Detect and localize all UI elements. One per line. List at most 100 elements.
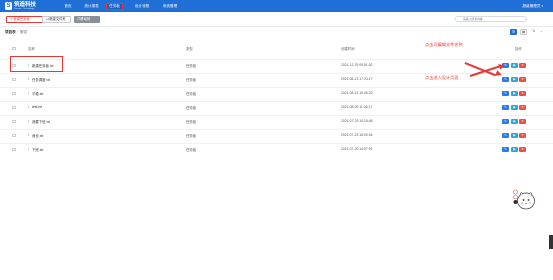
file-icon: ▪ [28, 104, 30, 109]
file-name[interactable]: 下班.txt [32, 147, 43, 152]
nav-home[interactable]: 首页 [60, 3, 76, 9]
file-icon: ▪ [28, 76, 30, 81]
file-name[interactable]: 我要下班.txt [32, 119, 50, 124]
row-actions: ✎ ◉ ✕ [502, 104, 526, 110]
delete-icon[interactable]: ✕ [519, 132, 526, 138]
file-name-highlight-box [10, 56, 63, 72]
edit-icon[interactable]: ✎ [502, 132, 509, 138]
chevron-down-icon[interactable]: ⌄ [538, 29, 545, 35]
user-name: 超级管理员 [522, 4, 541, 8]
toolbar: ＋新建任务板 ▭新建文件夹 ⇄移动到 [0, 12, 553, 26]
design-icon[interactable]: ◉ [510, 132, 518, 138]
column-ops-header: 操作 [515, 47, 522, 51]
edit-icon[interactable]: ✎ [502, 118, 509, 124]
row-checkbox[interactable] [12, 105, 16, 110]
created-time: 2021-07-20 14:57:01 [341, 147, 373, 151]
column-name-header[interactable]: 名称 [28, 46, 35, 51]
row-checkbox[interactable] [12, 77, 16, 82]
row-checkbox[interactable] [12, 91, 16, 96]
breadcrumb-separator: / [17, 30, 19, 34]
edit-icon[interactable]: ✎ [502, 146, 509, 152]
new-task-board-button[interactable]: ＋新建任务板 [6, 16, 43, 23]
file-type: 任务板 [186, 64, 197, 68]
edit-icon[interactable]: ✎ [502, 76, 509, 82]
file-icon: ▪ [28, 146, 30, 151]
file-type: 任务板 [186, 120, 197, 124]
breadcrumb-current: 测试 [19, 30, 27, 34]
table-row[interactable]: ▪ test.txt 任务板 2021-08-09 11:26:17 ✎ ◉ ✕ [0, 101, 553, 112]
row-actions: ✎ ◉ ✕ [502, 118, 526, 124]
edit-hint-annotation: 点击可编辑文件名称 [425, 42, 463, 47]
chevron-down-icon: ▾ [541, 4, 543, 8]
column-time-header[interactable]: 创建时间 [341, 46, 355, 51]
design-icon[interactable]: ◉ [510, 146, 518, 152]
row-actions: ✎ ◉ ✕ [502, 90, 526, 96]
row-checkbox[interactable] [12, 119, 16, 124]
delete-icon[interactable]: ✕ [519, 90, 526, 96]
logo-icon: S [5, 2, 12, 10]
sort-icon[interactable]: ⇅ [530, 29, 537, 35]
design-icon[interactable]: ◉ [510, 62, 518, 68]
row-actions: ✎ ◉ ✕ [502, 146, 526, 152]
list-view-icon[interactable]: ☰ [510, 29, 517, 35]
grid-view-icon[interactable]: ▦ [520, 29, 527, 35]
nav-system-admin[interactable]: 系统管理 [159, 3, 181, 9]
delete-icon[interactable]: ✕ [519, 146, 526, 152]
delete-icon[interactable]: ✕ [519, 104, 526, 110]
nav-task-board[interactable]: 任务板 [106, 2, 123, 10]
delete-icon[interactable]: ✕ [519, 118, 526, 124]
design-icon[interactable]: ◉ [510, 76, 518, 82]
table-header: 名称 类型 创建时间 操作 [0, 45, 553, 53]
file-name[interactable]: test.txt [32, 105, 42, 109]
file-type: 任务板 [186, 92, 197, 96]
design-icon[interactable]: ◉ [510, 104, 518, 110]
file-icon: ▪ [28, 132, 30, 137]
row-checkbox[interactable] [12, 133, 16, 138]
logo-subtitle: Zhuzao · Technology [14, 8, 35, 10]
edit-icon[interactable]: ✎ [502, 104, 509, 110]
top-navbar: S 筑造科技 Zhuzao · Technology 首页 统计报表 任务板 设… [0, 0, 553, 12]
column-type-header[interactable]: 类型 [186, 46, 193, 51]
nav-reports[interactable]: 统计报表 [81, 3, 102, 9]
table-row[interactable]: ▪ 平稳.txt 任务板 2021-08-13 15:46:23 ✎ ◉ ✕ [0, 87, 553, 98]
table-row[interactable]: ▪ 我要下班.txt 任务板 2021-07-23 10:15:48 ✎ ◉ ✕ [0, 115, 553, 126]
file-name[interactable]: 平稳.txt [32, 91, 43, 96]
select-all-checkbox[interactable] [12, 46, 16, 51]
table-row[interactable]: ▪ 我也.txt 任务板 2021-07-23 18:00:34 ✎ ◉ ✕ [0, 129, 553, 140]
created-time: 2021-08-09 11:26:17 [341, 105, 373, 109]
design-hint-annotation: 点击进入设计页面 [425, 75, 459, 80]
side-handle[interactable] [549, 235, 553, 249]
toolbar-divider [0, 26, 553, 27]
mascot-icon [513, 189, 535, 210]
file-type: 任务板 [186, 78, 197, 82]
design-icon[interactable]: ◉ [510, 118, 518, 124]
file-type: 任务板 [186, 106, 197, 110]
delete-icon[interactable]: ✕ [519, 62, 526, 68]
search-input[interactable] [455, 16, 527, 22]
created-time: 2021-08-13 17:23:17 [341, 77, 373, 81]
created-time: 2021-07-23 18:00:34 [341, 133, 373, 137]
file-icon: ▪ [28, 118, 30, 123]
user-menu[interactable]: 超级管理员▾ [523, 3, 543, 9]
logo[interactable]: S 筑造科技 Zhuzao · Technology [5, 2, 36, 11]
file-type: 任务板 [186, 134, 197, 138]
file-name[interactable]: 我也.txt [32, 133, 43, 138]
table-row[interactable]: ▪ 下班.txt 任务板 2021-07-20 14:57:01 ✎ ◉ ✕ [0, 143, 553, 154]
move-to-button[interactable]: ⇄移动到 [74, 16, 100, 23]
row-actions: ✎ ◉ ✕ [502, 132, 526, 138]
breadcrumb-root[interactable]: 项目表 [5, 30, 16, 34]
created-time: 2021-12-29 09:51:52 [341, 63, 373, 67]
created-time: 2021-07-23 10:15:48 [341, 119, 373, 123]
breadcrumb: 项目表 / 测试 [5, 29, 27, 35]
file-type: 任务板 [186, 148, 197, 152]
nav-design-flow[interactable]: 设计流程 [131, 3, 153, 9]
file-icon: ▪ [28, 90, 30, 95]
design-icon[interactable]: ◉ [510, 90, 518, 96]
edit-icon[interactable]: ✎ [502, 90, 509, 96]
row-actions: ✎ ◉ ✕ [502, 76, 526, 82]
file-name[interactable]: 任务调度.txt [32, 77, 50, 82]
created-time: 2021-08-13 15:46:23 [341, 91, 373, 95]
row-checkbox[interactable] [12, 147, 16, 152]
delete-icon[interactable]: ✕ [519, 76, 526, 82]
new-folder-button[interactable]: ▭新建文件夹 [42, 16, 71, 23]
